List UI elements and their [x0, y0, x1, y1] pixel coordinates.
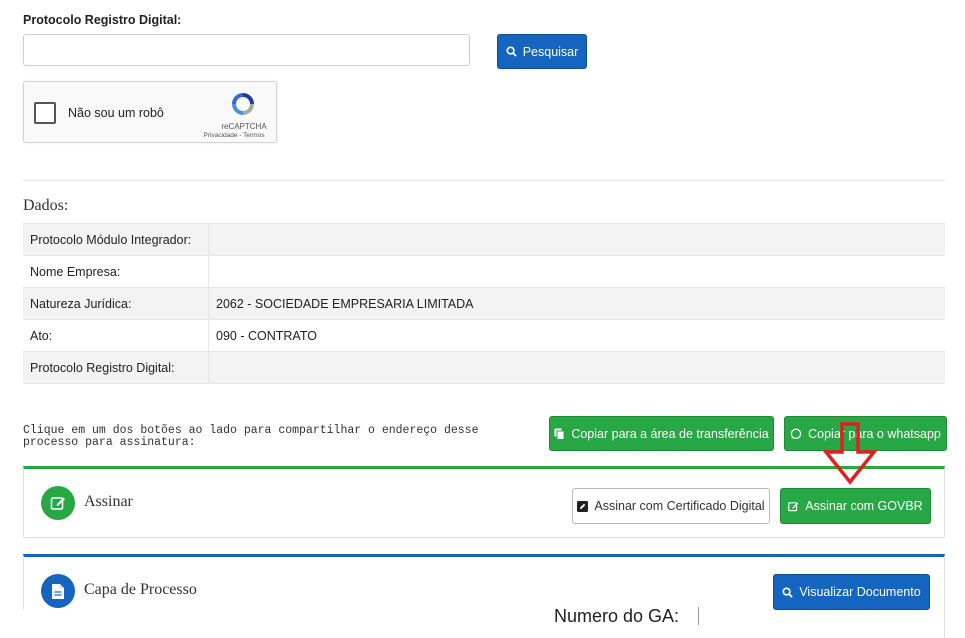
row-key: Ato:: [23, 319, 209, 352]
recaptcha-widget: Não sou um robô reCAPTCHA Privacidade - …: [23, 81, 277, 143]
sign-certificate-label: Assinar com Certificado Digital: [594, 499, 765, 513]
search-icon: [782, 586, 794, 598]
row-value: [208, 223, 945, 256]
section-divider: [23, 180, 945, 181]
search-button-label: Pesquisar: [522, 44, 579, 59]
row-key: Nome Empresa:: [23, 255, 209, 288]
recaptcha-logo-icon: [232, 93, 254, 115]
table-row: Natureza Jurídica: 2062 - SOCIEDADE EMPR…: [23, 287, 945, 320]
page-edge-whitespace: [0, 610, 500, 638]
row-value: [208, 351, 945, 384]
sign-panel-icon-circle: [41, 486, 75, 520]
row-key: Protocolo Registro Digital:: [23, 351, 209, 384]
table-row: Ato: 090 - CONTRATO: [23, 319, 945, 352]
edit-icon: [50, 497, 65, 510]
row-value: 090 - CONTRATO: [208, 319, 945, 352]
copy-clipboard-button[interactable]: Copiar para a área de transferência: [549, 416, 774, 451]
sign-panel: Assinar Assinar com Certificado Digital …: [23, 466, 945, 538]
copy-icon: [554, 428, 565, 440]
view-document-label: Visualizar Documento: [799, 585, 921, 599]
search-icon: [506, 46, 517, 57]
sign-govbr-button[interactable]: Assinar com GOVBR: [780, 488, 931, 524]
capa-panel-icon-circle: [41, 574, 75, 608]
sign-govbr-label: Assinar com GOVBR: [805, 499, 923, 513]
dados-table: Protocolo Módulo Integrador: Nome Empres…: [23, 223, 945, 384]
numero-ga-divider: [698, 607, 699, 625]
whatsapp-icon: [790, 428, 802, 439]
sign-panel-title: Assinar: [84, 493, 133, 510]
row-key: Protocolo Módulo Integrador:: [23, 223, 209, 256]
dados-title: Dados:: [23, 197, 69, 214]
down-arrow-annotation-icon: [822, 422, 878, 485]
pen-square-icon: [577, 500, 589, 512]
recaptcha-links[interactable]: Privacidade - Termos: [194, 132, 274, 139]
edit-icon: [788, 501, 799, 511]
capa-panel-title: Capa de Processo: [84, 581, 197, 598]
share-instructions: Clique em um dos botões ao lado para com…: [23, 424, 479, 449]
recaptcha-checkbox[interactable]: [34, 102, 56, 124]
row-value: 2062 - SOCIEDADE EMPRESARIA LIMITADA: [208, 287, 945, 320]
row-value: [208, 255, 945, 288]
document-icon: [52, 583, 64, 599]
copy-clipboard-label: Copiar para a área de transferência: [571, 426, 769, 441]
numero-ga-label: Numero do GA:: [554, 606, 680, 626]
recaptcha-checkbox-label: Não sou um robô: [68, 106, 164, 120]
table-row: Protocolo Módulo Integrador:: [23, 223, 945, 256]
protocol-search-label: Protocolo Registro Digital:: [23, 13, 182, 27]
table-row: Protocolo Registro Digital:: [23, 351, 945, 384]
view-document-button[interactable]: Visualizar Documento: [773, 574, 930, 610]
sign-certificate-button[interactable]: Assinar com Certificado Digital: [572, 488, 770, 524]
table-row: Nome Empresa:: [23, 255, 945, 288]
row-key: Natureza Jurídica:: [23, 287, 209, 320]
search-button[interactable]: Pesquisar: [497, 34, 587, 69]
recaptcha-brand: reCAPTCHA: [221, 122, 267, 131]
protocol-search-input[interactable]: [23, 34, 470, 66]
